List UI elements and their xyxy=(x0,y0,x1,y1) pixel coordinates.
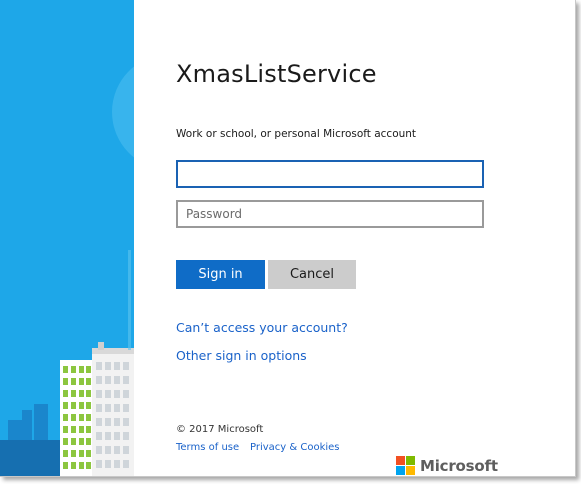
sign-in-button[interactable]: Sign in xyxy=(176,260,265,289)
microsoft-logo: Microsoft xyxy=(396,456,498,475)
terms-of-use-link[interactable]: Terms of use xyxy=(176,442,239,453)
cant-access-account-link[interactable]: Can’t access your account? xyxy=(176,320,348,335)
sign-in-panel: XmasListService Work or school, or perso… xyxy=(134,0,575,476)
microsoft-logo-icon xyxy=(396,456,415,475)
email-input[interactable] xyxy=(176,160,484,188)
sign-in-window: XmasListService Work or school, or perso… xyxy=(0,0,576,477)
city-illustration xyxy=(0,0,134,476)
other-sign-in-options-link[interactable]: Other sign in options xyxy=(176,348,307,363)
city-illustration-graphic xyxy=(0,66,134,476)
app-title: XmasListService xyxy=(176,60,377,88)
password-input[interactable] xyxy=(176,200,484,228)
account-label: Work or school, or personal Microsoft ac… xyxy=(176,128,417,140)
privacy-cookies-link[interactable]: Privacy & Cookies xyxy=(250,442,340,453)
microsoft-wordmark: Microsoft xyxy=(420,456,498,475)
cancel-button[interactable]: Cancel xyxy=(268,260,356,289)
copyright-text: © 2017 Microsoft xyxy=(176,424,264,435)
